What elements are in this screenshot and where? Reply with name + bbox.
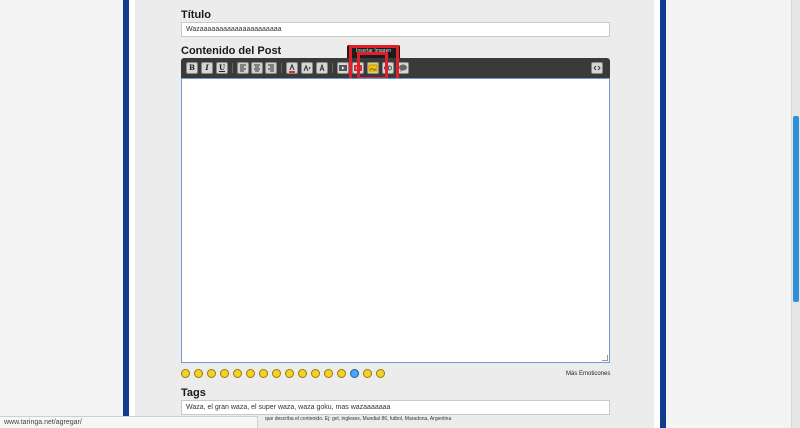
align-left-icon[interactable] (237, 62, 249, 74)
smiley-icon[interactable] (259, 369, 268, 378)
smiley-icon[interactable] (272, 369, 281, 378)
post-content-editor[interactable] (181, 78, 610, 363)
smiley-icon[interactable] (181, 369, 190, 378)
font-family-icon[interactable] (316, 62, 328, 74)
tags-input[interactable]: Waza, el gran waza, el super waza, waza … (181, 400, 610, 415)
smiley-icon[interactable] (337, 369, 346, 378)
left-border-inner (129, 0, 135, 428)
font-size-icon[interactable] (301, 62, 313, 74)
smiley-icon[interactable] (376, 369, 385, 378)
browser-status-url: www.taringa.net/agregar/ (0, 416, 258, 428)
title-label: Título (181, 9, 211, 21)
tags-hint: que describa el contenido. Ej: gol, ingl… (265, 416, 452, 422)
smiley-icon[interactable] (350, 369, 359, 378)
italic-button[interactable]: I (201, 62, 213, 74)
toolbar-separator (332, 63, 333, 73)
smiley-icon[interactable] (324, 369, 333, 378)
smiley-icon[interactable] (311, 369, 320, 378)
smiley-icon[interactable] (298, 369, 307, 378)
toolbar-separator (281, 63, 282, 73)
smiley-icon[interactable] (207, 369, 216, 378)
underline-button[interactable]: U (216, 62, 228, 74)
bold-button[interactable]: B (186, 62, 198, 74)
insert-video-icon[interactable] (337, 62, 349, 74)
tags-label: Tags (181, 387, 206, 399)
right-border (660, 0, 666, 428)
smiley-icon[interactable] (220, 369, 229, 378)
highlight-inner-box (357, 52, 388, 80)
smiley-icon[interactable] (285, 369, 294, 378)
font-color-icon[interactable] (286, 62, 298, 74)
align-center-icon[interactable] (251, 62, 263, 74)
scrollbar-thumb[interactable] (793, 116, 799, 302)
toolbar-separator (232, 63, 233, 73)
page-scrollbar[interactable] (791, 0, 800, 428)
more-emoticons-link[interactable]: Más Emoticones (566, 371, 610, 377)
align-right-icon[interactable] (265, 62, 277, 74)
html-source-icon[interactable] (591, 62, 603, 74)
smiley-icon[interactable] (363, 369, 372, 378)
resize-handle-icon[interactable] (602, 355, 608, 361)
title-input[interactable]: Wazaaaaaaaaaaaaaaaaaaaaa (181, 22, 610, 37)
smiley-icon[interactable] (233, 369, 242, 378)
content-label: Contenido del Post (181, 45, 282, 57)
smiley-icon[interactable] (194, 369, 203, 378)
smiley-icon[interactable] (246, 369, 255, 378)
